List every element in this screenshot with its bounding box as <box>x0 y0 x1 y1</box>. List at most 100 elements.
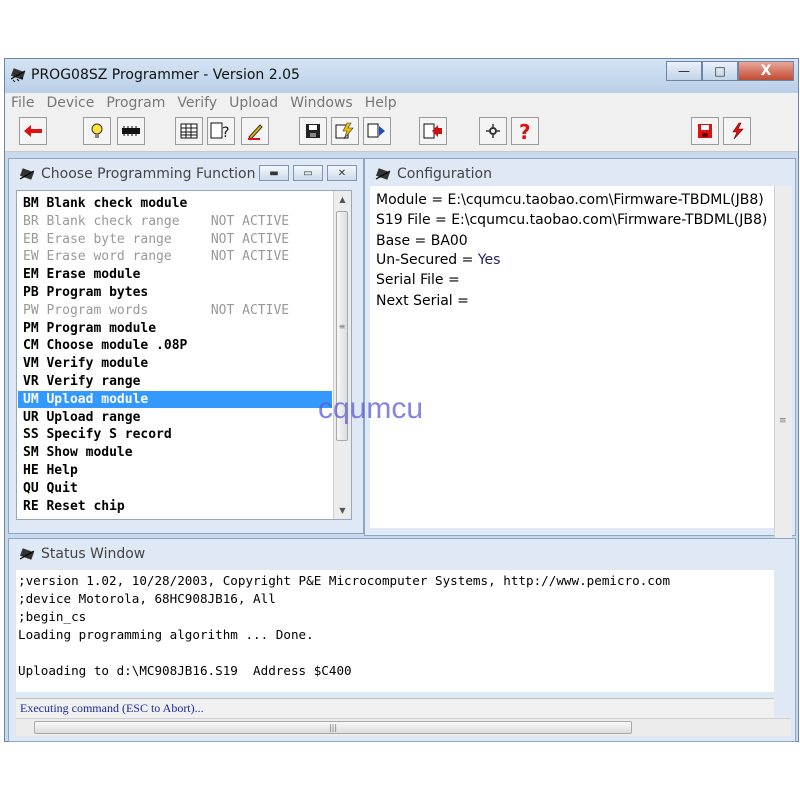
toolbar: ? ? <box>5 113 798 152</box>
function-minimize-button[interactable]: ▬ <box>259 165 289 181</box>
function-item[interactable]: BM Blank check module <box>18 195 332 212</box>
function-item[interactable]: EB Erase byte range NOT ACTIVE <box>18 231 332 248</box>
config-base: Base = BA00 <box>376 233 468 249</box>
page-question-icon: ? <box>210 122 229 140</box>
function-item[interactable]: UR Upload range <box>18 409 332 426</box>
scroll-grip-icon: ≡ <box>779 416 787 426</box>
function-item[interactable]: PB Program bytes <box>18 284 332 301</box>
status-log: ;version 1.02, 10/28/2003, Copyright P&E… <box>16 570 774 692</box>
flash-icon <box>335 122 354 140</box>
help-button[interactable]: ? <box>511 117 539 145</box>
config-serial-file: Serial File = <box>376 272 460 288</box>
flash-button[interactable] <box>331 117 359 145</box>
function-item[interactable]: VR Verify range <box>18 373 332 390</box>
menu-help[interactable]: Help <box>359 95 403 111</box>
config-content: Module = E:\cqumcu.taobao.com\Firmware-T… <box>370 186 774 528</box>
config-next-serial: Next Serial = <box>376 293 469 309</box>
save-red-button[interactable] <box>691 117 719 145</box>
page-arrow-icon <box>423 123 442 139</box>
menu-file[interactable]: File <box>5 95 40 111</box>
scroll-down-icon[interactable]: ▼ <box>334 502 351 519</box>
config-panel-header: Configuration <box>365 159 795 187</box>
wrench-button[interactable] <box>479 117 507 145</box>
status-line: ;device Motorola, 68HC908JB16, All <box>18 591 276 606</box>
function-list: BM Blank check module BR Blank check rang… <box>16 190 352 520</box>
app-chip-icon <box>10 68 26 83</box>
function-item[interactable]: HE Help <box>18 462 332 479</box>
table-button[interactable] <box>175 117 203 145</box>
menu-upload[interactable]: Upload <box>223 95 284 111</box>
flash-red-icon <box>732 122 744 140</box>
config-s19-file: S19 File = E:\cqumcu.taobao.com\Firmware… <box>376 212 768 228</box>
bulb-button[interactable] <box>83 117 111 145</box>
wrench-icon <box>486 124 500 138</box>
chip-button[interactable] <box>117 117 145 145</box>
config-module: Module = E:\cqumcu.taobao.com\Firmware-T… <box>376 192 764 208</box>
status-panel-header: Status Window <box>9 539 795 567</box>
function-item[interactable]: PM Program module <box>18 320 332 337</box>
function-item[interactable]: VM Verify module <box>18 355 332 372</box>
bulb-icon <box>91 123 103 138</box>
status-panel-title: Status Window <box>41 546 146 562</box>
horizontal-scrollbar[interactable]: ||| <box>16 718 791 736</box>
function-item[interactable]: RE Reset chip <box>18 498 332 515</box>
function-restore-button[interactable]: ▭ <box>293 165 323 181</box>
function-item[interactable]: QU Quit <box>18 480 332 497</box>
chip-icon <box>122 126 140 136</box>
config-unsecured-value: Yes <box>477 252 501 268</box>
function-item[interactable]: CM Choose module .08P <box>18 337 332 354</box>
flash-red-button[interactable] <box>723 117 751 145</box>
function-panel-controls: ▬ ▭ ✕ <box>259 165 357 181</box>
horizontal-scroll-thumb[interactable]: ||| <box>34 721 632 734</box>
config-panel-title: Configuration <box>397 166 492 182</box>
question-icon: ? <box>519 121 531 141</box>
close-button[interactable]: X <box>738 61 794 81</box>
page-question-button[interactable]: ? <box>207 117 235 145</box>
back-arrow-icon <box>24 125 42 137</box>
pencil-button[interactable] <box>241 117 269 145</box>
function-item[interactable]: SS Specify S record <box>18 426 332 443</box>
window-title: PROG08SZ Programmer - Version 2.05 <box>31 67 300 83</box>
function-item[interactable]: PW Program words NOT ACTIVE <box>18 302 332 319</box>
page-arrow-button[interactable] <box>419 117 447 145</box>
status-line: ;begin_cs <box>18 609 87 624</box>
config-chip-icon <box>375 168 391 180</box>
minimize-button[interactable]: — <box>666 61 702 81</box>
status-bar-text: Executing command (ESC to Abort)... <box>20 701 204 715</box>
function-list-scrollbar[interactable]: ▲ ≡ ▼ <box>333 191 351 519</box>
function-item[interactable]: BR Blank check range NOT ACTIVE <box>18 213 332 230</box>
save-icon <box>306 124 320 138</box>
menu-windows[interactable]: Windows <box>284 95 359 111</box>
menu-program[interactable]: Program <box>100 95 171 111</box>
function-panel-title: Choose Programming Function <box>41 166 256 182</box>
svg-text:?: ? <box>222 125 229 140</box>
menu-verify[interactable]: Verify <box>171 95 223 111</box>
status-bar: Executing command (ESC to Abort)... <box>16 698 774 718</box>
reload-button[interactable] <box>363 117 391 145</box>
config-unsecured-label: Un-Secured = <box>376 252 478 268</box>
function-chip-icon <box>19 168 35 180</box>
window-controls: — □ X <box>666 61 794 83</box>
scroll-up-icon[interactable]: ▲ <box>334 191 351 208</box>
watermark: cqumcu <box>318 392 424 425</box>
function-panel-header: Choose Programming Function ▬ ▭ ✕ <box>9 159 363 187</box>
menu-device[interactable]: Device <box>40 95 100 111</box>
svg-text:?: ? <box>519 121 531 141</box>
save-button[interactable] <box>299 117 327 145</box>
function-item[interactable]: EM Erase module <box>18 266 332 283</box>
status-line: Loading programming algorithm ... Done. <box>18 627 314 642</box>
function-item[interactable]: SM Show module <box>18 444 332 461</box>
table-icon <box>180 123 198 139</box>
function-item[interactable]: EW Erase word range NOT ACTIVE <box>18 248 332 265</box>
status-line: ;version 1.02, 10/28/2003, Copyright P&E… <box>18 573 671 588</box>
title-bar: PROG08SZ Programmer - Version 2.05 — □ X <box>5 59 798 93</box>
maximize-button[interactable]: □ <box>702 61 738 81</box>
pencil-icon <box>248 124 263 140</box>
back-button[interactable] <box>19 117 47 145</box>
menu-bar: File Device Program Verify Upload Window… <box>5 93 798 113</box>
save-red-icon <box>698 124 712 138</box>
reload-icon <box>367 123 385 138</box>
function-item[interactable]: UM Upload module <box>18 390 332 408</box>
status-chip-icon <box>19 548 35 560</box>
function-close-button[interactable]: ✕ <box>327 165 357 181</box>
